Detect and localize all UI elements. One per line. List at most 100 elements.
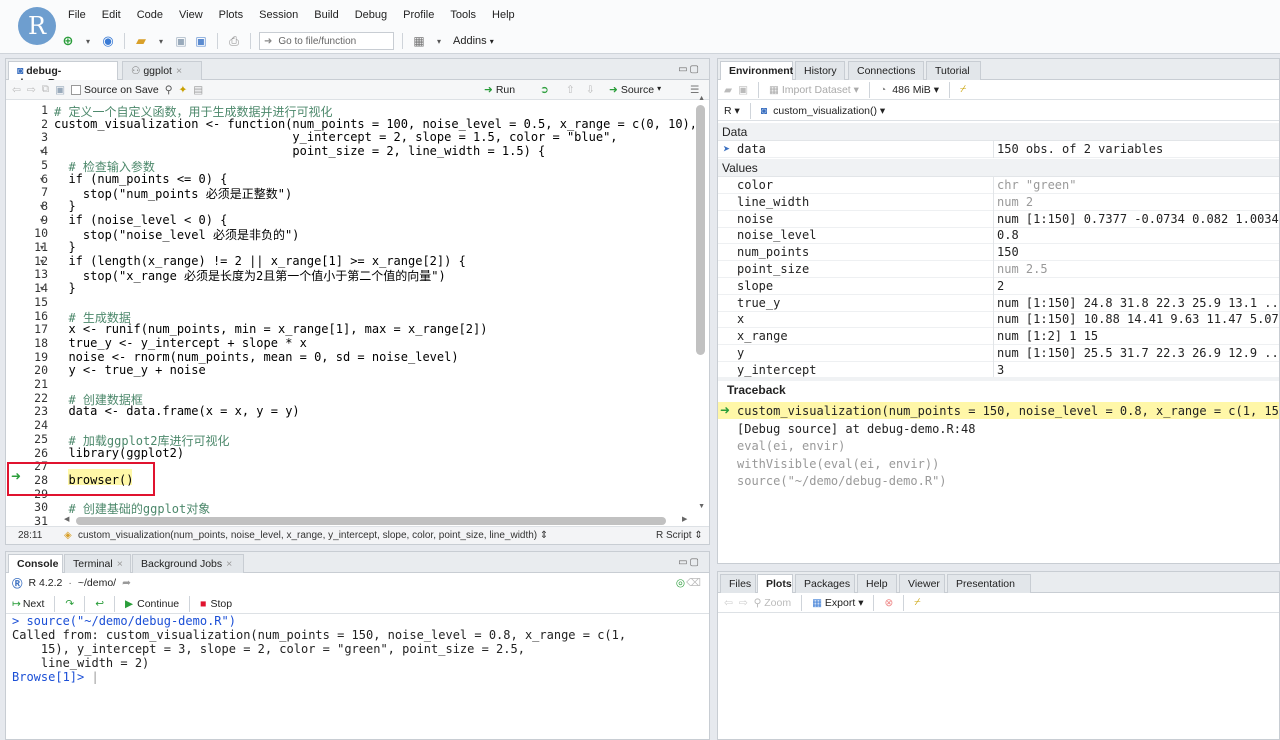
grid-layout-icon[interactable]: ▦ bbox=[411, 32, 427, 50]
show-in-window-icon[interactable]: ⧉ bbox=[42, 83, 50, 96]
line-number[interactable]: 16 bbox=[34, 309, 48, 323]
menu-code[interactable]: Code bbox=[129, 6, 171, 24]
menu-debug[interactable]: Debug bbox=[347, 6, 395, 24]
function-scope-selector[interactable]: custom_visualization(num_points, noise_l… bbox=[78, 530, 548, 541]
fold-toggle-icon[interactable]: ▾ bbox=[40, 257, 44, 266]
menu-view[interactable]: View bbox=[171, 6, 211, 24]
addins-button[interactable]: Addins ▾ bbox=[451, 32, 496, 50]
up-arrow-icon[interactable]: ⇧ bbox=[566, 84, 575, 96]
env-value-row[interactable]: color chr "green" bbox=[718, 177, 1279, 194]
line-number[interactable]: 5 bbox=[41, 158, 48, 172]
source-button[interactable]: ➜ Source ▾ bbox=[609, 84, 661, 96]
line-number[interactable]: 7 bbox=[41, 185, 48, 199]
line-number[interactable]: 17 bbox=[34, 322, 48, 336]
line-number[interactable]: 25 bbox=[34, 432, 48, 446]
save-workspace-icon[interactable]: ▣ bbox=[738, 84, 748, 96]
load-workspace-icon[interactable]: ▰ bbox=[724, 84, 732, 96]
fold-toggle-icon[interactable]: ▾ bbox=[40, 216, 44, 225]
line-number[interactable]: 20 bbox=[34, 363, 48, 377]
tab-background-jobs[interactable]: Background Jobs × bbox=[132, 554, 244, 573]
line-number[interactable]: 3 bbox=[41, 130, 48, 144]
tab-connections[interactable]: Connections bbox=[848, 61, 924, 80]
down-arrow-icon[interactable]: ⇩ bbox=[586, 84, 595, 96]
search-icon[interactable]: ⚲ bbox=[165, 84, 173, 96]
code-line[interactable]: } bbox=[54, 281, 75, 295]
vertical-scrollbar[interactable] bbox=[696, 105, 705, 355]
fold-toggle-icon[interactable]: ▾ bbox=[40, 243, 44, 252]
line-number[interactable]: 10 bbox=[34, 226, 48, 240]
tab-console[interactable]: Console bbox=[8, 554, 63, 574]
code-line[interactable]: custom_visualization <- function(num_poi… bbox=[54, 117, 694, 131]
save-icon[interactable]: ▣ bbox=[55, 84, 65, 96]
export-button[interactable]: ▦ Export ▾ bbox=[812, 597, 863, 609]
zoom-button[interactable]: ⚲ Zoom bbox=[754, 597, 791, 609]
env-value-row[interactable]: y num [1:150] 25.5 31.7 22.3 26.9 12.9 ..… bbox=[718, 345, 1280, 362]
tab-help[interactable]: Help bbox=[857, 574, 897, 593]
console-prompt[interactable]: Browse[1]> | bbox=[12, 670, 99, 684]
fold-toggle-icon[interactable]: ▾ bbox=[40, 202, 44, 211]
code-line[interactable]: if (length(x_range) != 2 || x_range[1] >… bbox=[54, 254, 465, 268]
tab-files[interactable]: Files bbox=[720, 574, 756, 593]
traceback-frame[interactable]: custom_visualization(num_points = 150, n… bbox=[737, 404, 1280, 418]
env-value-row[interactable]: noise_level 0.8 bbox=[718, 227, 1279, 245]
line-number[interactable]: 1 bbox=[41, 103, 48, 117]
horizontal-scrollbar[interactable] bbox=[76, 517, 666, 525]
dropdown-arrow-icon[interactable]: ▾ bbox=[80, 32, 96, 50]
broom-icon[interactable]: ⌿ bbox=[960, 83, 966, 96]
traceback-frame[interactable]: withVisible(eval(ei, envir)) bbox=[737, 457, 939, 471]
clear-console-icon[interactable]: ⌫ bbox=[686, 577, 701, 589]
menu-build[interactable]: Build bbox=[306, 6, 346, 24]
file-type-selector[interactable]: R Script ⇕ bbox=[656, 530, 703, 541]
magic-wand-icon[interactable]: ✦ bbox=[178, 84, 187, 96]
step-into-icon[interactable]: ↷ bbox=[65, 598, 74, 610]
compile-report-icon[interactable]: ▤ bbox=[193, 84, 203, 96]
go-to-file-input[interactable]: ➜ Go to file/function bbox=[259, 32, 394, 50]
menu-edit[interactable]: Edit bbox=[94, 6, 129, 24]
tab-viewer[interactable]: Viewer bbox=[899, 574, 945, 593]
line-number[interactable]: 15 bbox=[34, 295, 48, 309]
code-line[interactable]: } bbox=[54, 240, 75, 254]
code-line[interactable]: data <- data.frame(x = x, y = y) bbox=[54, 404, 299, 418]
line-number[interactable]: 24 bbox=[34, 418, 48, 432]
window-controls[interactable]: ▭▢ bbox=[678, 557, 701, 568]
code-line[interactable]: if (noise_level < 0) { bbox=[54, 213, 227, 227]
open-file-icon[interactable]: ▰ bbox=[133, 32, 149, 50]
close-icon[interactable]: × bbox=[176, 65, 182, 77]
env-data-row[interactable]: ➤ data 150 obs. of 2 variables bbox=[718, 141, 1279, 158]
tab-tutorial[interactable]: Tutorial bbox=[926, 61, 981, 80]
line-number[interactable]: 2 bbox=[41, 117, 48, 131]
line-number[interactable]: 18 bbox=[34, 336, 48, 350]
code-line[interactable]: # 创建基础的ggplot对象 bbox=[54, 500, 210, 517]
tab-terminal[interactable]: Terminal × bbox=[64, 554, 131, 573]
line-number[interactable]: 26 bbox=[34, 446, 48, 460]
tab-plots[interactable]: Plots bbox=[757, 574, 793, 594]
close-icon[interactable]: × bbox=[226, 558, 232, 570]
line-number[interactable]: 23 bbox=[34, 404, 48, 418]
line-number[interactable]: 21 bbox=[34, 377, 48, 391]
stop-button[interactable]: ■ Stop bbox=[200, 598, 232, 610]
checkbox[interactable] bbox=[71, 84, 82, 95]
code-line[interactable]: true_y <- y_intercept + slope * x bbox=[54, 336, 306, 350]
env-value-row[interactable]: line_width num 2 bbox=[718, 193, 1279, 211]
remove-plot-icon[interactable]: ⊗ bbox=[884, 597, 893, 609]
scroll-left-icon[interactable]: ◀ bbox=[64, 515, 69, 523]
document-outline-icon[interactable]: ☰ bbox=[690, 84, 699, 96]
line-number[interactable]: 22 bbox=[34, 391, 48, 405]
menu-profile[interactable]: Profile bbox=[395, 6, 442, 24]
next-plot-icon[interactable]: ⇨ bbox=[739, 597, 748, 609]
save-icon[interactable]: ▣ bbox=[173, 32, 189, 50]
save-all-icon[interactable]: ▣ bbox=[193, 32, 209, 50]
code-line[interactable]: x <- runif(num_points, min = x_range[1],… bbox=[54, 322, 487, 336]
env-value-row[interactable]: point_size num 2.5 bbox=[718, 261, 1279, 278]
language-selector[interactable]: R ▾ bbox=[724, 105, 740, 117]
scroll-right-icon[interactable]: ▶ bbox=[682, 515, 687, 523]
code-line[interactable]: stop("noise_level 必须是非负的") bbox=[54, 226, 300, 243]
fold-toggle-icon[interactable]: ▾ bbox=[40, 175, 44, 184]
tab-debug-demo[interactable]: ◙ debug-demo.R× bbox=[8, 61, 118, 89]
finish-function-icon[interactable]: ↩ bbox=[95, 598, 104, 610]
traceback-frame[interactable]: source("~/demo/debug-demo.R") bbox=[737, 474, 947, 488]
env-value-row[interactable]: x num [1:150] 10.88 14.41 9.63 11.47 5.07 bbox=[718, 311, 1279, 329]
code-line[interactable]: if (num_points <= 0) { bbox=[54, 172, 227, 186]
fold-toggle-icon[interactable]: ▾ bbox=[40, 147, 44, 156]
close-icon[interactable]: × bbox=[117, 558, 123, 570]
